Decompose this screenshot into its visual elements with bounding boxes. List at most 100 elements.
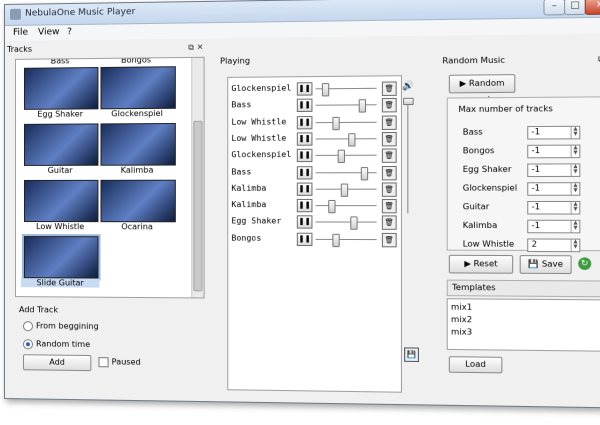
tracks-scrollbar[interactable] bbox=[191, 57, 204, 298]
instrument-label: Egg Shaker bbox=[462, 164, 512, 175]
remove-track-icon[interactable]: 🗑 bbox=[381, 81, 397, 96]
track-thumb-egg-shaker[interactable] bbox=[23, 67, 99, 110]
menu-view[interactable]: View bbox=[38, 27, 59, 37]
add-random-icon[interactable]: ↻ bbox=[578, 257, 592, 270]
tracks-scroll-thumb[interactable] bbox=[193, 120, 203, 292]
pause-button[interactable]: ❚❚ bbox=[296, 115, 313, 129]
remove-track-icon[interactable]: 🗑 bbox=[381, 115, 397, 130]
spinbox-arrows-icon[interactable]: ▲ ▼ bbox=[570, 201, 580, 214]
max-tracks-spinbox[interactable]: -1 ▲ ▼ bbox=[527, 219, 581, 234]
track-thumb-slide-guitar[interactable] bbox=[21, 234, 101, 281]
volume-slider[interactable] bbox=[337, 149, 346, 164]
pause-button[interactable]: ❚❚ bbox=[296, 82, 313, 96]
paused-checkbox[interactable] bbox=[98, 357, 109, 368]
pause-button[interactable]: ❚❚ bbox=[296, 232, 313, 246]
volume-slider[interactable] bbox=[340, 183, 348, 197]
master-volume-slider[interactable] bbox=[403, 97, 414, 106]
pause-button[interactable]: ❚❚ bbox=[296, 182, 313, 196]
spinbox-arrows-icon[interactable]: ▲ ▼ bbox=[570, 145, 580, 158]
add-track-title: Add Track bbox=[18, 305, 59, 315]
menu-help[interactable]: ? bbox=[67, 27, 72, 37]
close-button[interactable]: ✕ bbox=[584, 0, 600, 15]
playing-title: Playing bbox=[220, 56, 251, 66]
track-label: Low Whistle bbox=[36, 222, 85, 232]
track-label: Guitar bbox=[47, 165, 73, 175]
track-thumb-ocarina[interactable] bbox=[100, 179, 176, 223]
track-thumb-kalimba[interactable] bbox=[100, 122, 176, 166]
remove-track-icon[interactable]: 🗑 bbox=[381, 131, 397, 147]
save-icon: 💾 bbox=[528, 259, 542, 269]
max-tracks-spinbox[interactable]: -1 ▲ ▼ bbox=[527, 125, 581, 140]
instrument-label: Glockenspiel bbox=[462, 183, 518, 193]
max-tracks-spinbox[interactable]: -1 ▲ ▼ bbox=[527, 182, 581, 196]
volume-slider[interactable] bbox=[350, 216, 358, 231]
spinbox-value: -1 bbox=[531, 202, 541, 212]
volume-slider[interactable] bbox=[327, 200, 336, 214]
minimize-button[interactable]: – bbox=[543, 0, 566, 16]
spinbox-arrows-icon[interactable]: ▲ ▼ bbox=[570, 126, 580, 139]
spinbox-arrows-icon[interactable]: ▲ ▼ bbox=[570, 239, 580, 252]
pause-button[interactable]: ❚❚ bbox=[296, 215, 313, 230]
remove-track-icon[interactable]: 🗑 bbox=[381, 215, 397, 231]
pause-button[interactable]: ❚❚ bbox=[296, 165, 313, 179]
volume-slider-track bbox=[315, 104, 377, 107]
max-tracks-box: Max number of tracks Bass -1 ▲ ▼ Bongos -1 ▲ ▼ E… bbox=[446, 96, 600, 253]
volume-slider-track bbox=[315, 221, 377, 223]
remove-track-icon[interactable]: 🗑 bbox=[381, 199, 397, 214]
track-label-selected: Slide Guitar bbox=[20, 278, 100, 288]
volume-slider[interactable] bbox=[347, 133, 356, 147]
template-item[interactable]: mix1 bbox=[451, 302, 472, 311]
volume-slider[interactable] bbox=[332, 233, 340, 247]
track-label: Egg Shaker bbox=[37, 109, 83, 119]
template-item[interactable]: mix3 bbox=[451, 327, 472, 337]
load-button[interactable]: Load bbox=[448, 356, 503, 374]
track-label-bongos: Bongos bbox=[120, 56, 152, 65]
instrument-label: Bass bbox=[462, 127, 483, 137]
remove-track-icon[interactable]: 🗑 bbox=[381, 165, 397, 180]
track-thumb-guitar[interactable] bbox=[23, 123, 99, 166]
random-time-radio[interactable] bbox=[22, 339, 33, 350]
spinbox-arrows-icon[interactable]: ▲ ▼ bbox=[570, 163, 580, 176]
reset-button[interactable]: ▶ Reset bbox=[448, 254, 514, 274]
remove-track-icon[interactable]: 🗑 bbox=[381, 182, 397, 197]
app-window: NebulaOne Music Player – □ ✕ File View ?… bbox=[4, 0, 600, 409]
max-tracks-spinbox[interactable]: 2 ▲ ▼ bbox=[527, 238, 581, 253]
remove-track-icon[interactable]: 🗑 bbox=[381, 148, 397, 164]
pause-button[interactable]: ❚❚ bbox=[296, 148, 313, 163]
track-thumb-low-whistle[interactable] bbox=[23, 179, 99, 223]
remove-track-icon[interactable]: 🗑 bbox=[381, 98, 397, 113]
spinbox-arrows-icon[interactable]: ▲ ▼ bbox=[570, 182, 580, 195]
templates-header: Templates − bbox=[446, 279, 600, 298]
template-item[interactable]: mix2 bbox=[451, 315, 472, 325]
remove-track-icon[interactable]: 🗑 bbox=[381, 232, 397, 248]
volume-slider[interactable] bbox=[361, 166, 369, 180]
playing-track-name: Kalimba bbox=[231, 183, 267, 193]
spinbox-arrows-icon[interactable]: ▲ ▼ bbox=[570, 220, 580, 233]
tracks-grid: Bass Bongos Egg Shaker Glockenspiel Guit… bbox=[14, 56, 205, 299]
reset-icon: ▶ bbox=[464, 258, 474, 269]
save-playing-icon[interactable]: 💾 bbox=[404, 347, 419, 363]
playing-track-name: Kalimba bbox=[231, 200, 267, 210]
tracks-float-icon[interactable]: ⧉ ✕ bbox=[188, 43, 203, 53]
volume-slider[interactable] bbox=[322, 83, 330, 97]
max-tracks-spinbox[interactable]: -1 ▲ ▼ bbox=[527, 144, 581, 159]
volume-slider[interactable] bbox=[359, 99, 367, 113]
pause-button[interactable]: ❚❚ bbox=[296, 199, 313, 213]
menu-file[interactable]: File bbox=[13, 28, 28, 38]
add-button[interactable]: Add bbox=[22, 354, 92, 372]
pause-button[interactable]: ❚❚ bbox=[296, 132, 313, 146]
pause-button[interactable]: ❚❚ bbox=[296, 98, 313, 113]
save-button[interactable]: 💾 Save bbox=[519, 255, 572, 275]
spinbox-value: -1 bbox=[531, 127, 541, 137]
max-tracks-spinbox[interactable]: -1 ▲ ▼ bbox=[527, 163, 581, 178]
maximize-button[interactable]: □ bbox=[564, 0, 586, 16]
playing-track-name: Glockenspiel bbox=[231, 150, 292, 160]
volume-slider-track bbox=[315, 138, 377, 140]
playing-track-name: Bongos bbox=[231, 233, 262, 243]
track-thumb-glockenspiel[interactable] bbox=[100, 66, 176, 110]
max-tracks-spinbox[interactable]: -1 ▲ ▼ bbox=[527, 200, 581, 215]
random-music-button[interactable]: ▶ Random music bbox=[448, 74, 516, 105]
volume-slider-track bbox=[315, 205, 377, 207]
from-beginning-radio[interactable] bbox=[22, 321, 33, 332]
volume-slider[interactable] bbox=[332, 116, 340, 130]
